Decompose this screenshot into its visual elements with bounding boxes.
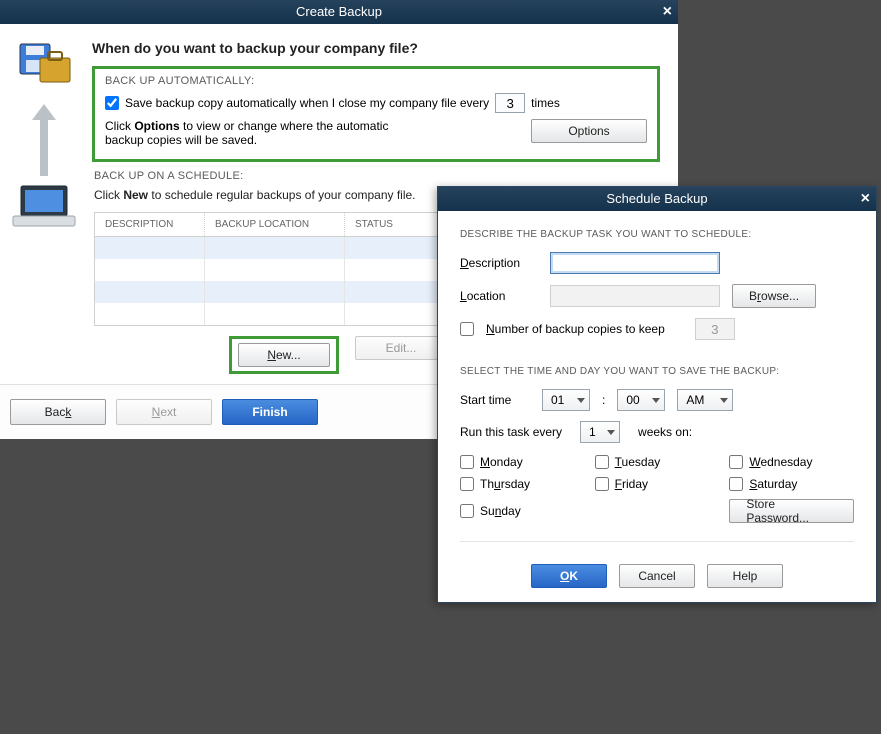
col-location[interactable]: BACKUP LOCATION [205, 213, 345, 236]
tuesday-checkbox[interactable] [595, 455, 609, 469]
keep-copies-input [695, 318, 735, 340]
store-password-button[interactable]: Store Password... [729, 499, 854, 523]
run-weeks-select[interactable]: 1 [580, 421, 620, 443]
sunday-checkbox[interactable] [460, 504, 474, 518]
saturday-checkbox[interactable] [729, 477, 743, 491]
chevron-down-icon [720, 398, 728, 403]
thursday-checkbox[interactable] [460, 477, 474, 491]
start-time-label: Start time [460, 393, 530, 407]
wednesday-checkbox[interactable] [729, 455, 743, 469]
describe-section-label: DESCRIBE THE BACKUP TASK YOU WANT TO SCH… [460, 229, 854, 240]
create-backup-title: Create Backup [296, 4, 382, 19]
schedule-backup-window: Schedule Backup × DESCRIBE THE BACKUP TA… [437, 186, 877, 603]
run-every-label-pre: Run this task every [460, 425, 562, 439]
day-tuesday[interactable]: Tuesday [595, 455, 720, 469]
backup-schedule-legend: BACK UP ON A SCHEDULE: [94, 170, 660, 182]
backup-auto-group: BACK UP AUTOMATICALLY: Save backup copy … [92, 66, 660, 162]
ok-button[interactable]: OK [531, 564, 607, 588]
cancel-button[interactable]: Cancel [619, 564, 695, 588]
close-icon[interactable]: × [861, 187, 870, 211]
start-hour-select[interactable]: 01 [542, 389, 590, 411]
close-icon[interactable]: × [663, 0, 672, 24]
next-button: Next [116, 399, 212, 425]
save-auto-checkbox[interactable] [105, 96, 119, 110]
description-label: Description [460, 256, 538, 270]
backup-auto-legend: BACK UP AUTOMATICALLY: [105, 75, 647, 87]
save-auto-label: Save backup copy automatically when I cl… [125, 96, 489, 110]
edit-button: Edit... [355, 336, 447, 360]
help-button[interactable]: Help [707, 564, 783, 588]
page-heading: When do you want to backup your company … [92, 40, 660, 56]
run-every-label-post: weeks on: [638, 425, 692, 439]
schedule-backup-footer: OK Cancel Help [438, 564, 876, 602]
day-sunday[interactable]: Sunday [460, 499, 585, 523]
new-button[interactable]: New... [238, 343, 330, 367]
chevron-down-icon [577, 398, 585, 403]
day-wednesday[interactable]: Wednesday [729, 455, 854, 469]
finish-button[interactable]: Finish [222, 399, 318, 425]
chevron-down-icon [607, 430, 615, 435]
schedule-backup-titlebar[interactable]: Schedule Backup × [438, 187, 876, 211]
times-input[interactable] [495, 93, 525, 113]
arrow-up-icon [24, 96, 64, 182]
start-minute-select[interactable]: 00 [617, 389, 665, 411]
create-backup-titlebar[interactable]: Create Backup × [0, 0, 678, 24]
day-friday[interactable]: Friday [595, 477, 720, 491]
description-input[interactable] [550, 252, 720, 274]
browse-button[interactable]: Browse... [732, 284, 816, 308]
day-thursday[interactable]: Thursday [460, 477, 585, 491]
friday-checkbox[interactable] [595, 477, 609, 491]
wizard-side-illustration [0, 24, 88, 384]
time-section-label: SELECT THE TIME AND DAY YOU WANT TO SAVE… [460, 366, 854, 377]
days-grid: Monday Tuesday Wednesday Thursday Friday… [460, 455, 854, 523]
keep-copies-label: Number of backup copies to keep [486, 322, 665, 336]
save-auto-label-after: times [531, 96, 560, 110]
col-description[interactable]: DESCRIPTION [95, 213, 205, 236]
disk-briefcase-icon [14, 38, 74, 96]
options-hint: Click Options to view or change where th… [105, 119, 425, 147]
options-button[interactable]: Options [531, 119, 647, 143]
monday-checkbox[interactable] [460, 455, 474, 469]
day-saturday[interactable]: Saturday [729, 477, 854, 491]
divider [460, 541, 854, 542]
location-input [550, 285, 720, 307]
chevron-down-icon [652, 398, 660, 403]
new-button-highlight: New... [229, 336, 339, 374]
keep-copies-checkbox[interactable] [460, 322, 474, 336]
laptop-icon [9, 182, 79, 230]
schedule-backup-title: Schedule Backup [606, 191, 707, 206]
start-ampm-select[interactable]: AM [677, 389, 733, 411]
location-label: Location [460, 289, 538, 303]
day-monday[interactable]: Monday [460, 455, 585, 469]
back-button[interactable]: Back [10, 399, 106, 425]
